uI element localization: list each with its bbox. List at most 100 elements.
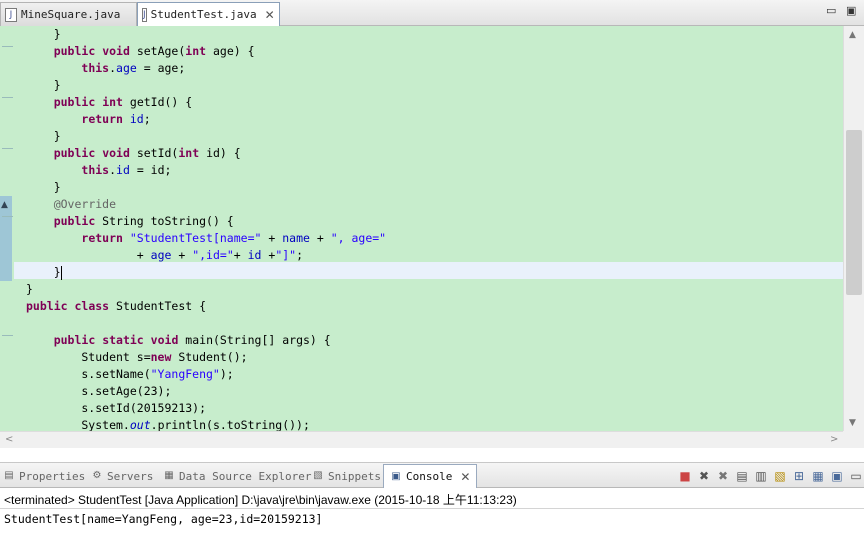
- code-line[interactable]: }: [26, 179, 61, 196]
- code-token: }: [26, 27, 61, 41]
- code-token: }: [26, 282, 33, 296]
- code-line[interactable]: this.id = id;: [26, 162, 171, 179]
- code-token: String toString() {: [95, 214, 234, 228]
- code-line[interactable]: }: [26, 128, 61, 145]
- view-minimize-icon[interactable]: ▭: [847, 467, 864, 485]
- code-token: public: [53, 333, 96, 347]
- fold-marker-icon[interactable]: [2, 335, 13, 346]
- code-line[interactable]: System.out.println(s.toString());: [26, 417, 310, 431]
- code-line[interactable]: s.setName("YangFeng");: [26, 366, 233, 383]
- code-token: public: [53, 44, 96, 58]
- tab-snippets[interactable]: ▧ Snippets: [312, 465, 381, 487]
- code-line[interactable]: this.age = age;: [26, 60, 185, 77]
- pin-console-icon[interactable]: ⊞: [790, 467, 808, 485]
- horizontal-scrollbar[interactable]: < >: [0, 431, 843, 448]
- code-token: }: [26, 129, 61, 143]
- current-line-highlight: [14, 262, 843, 279]
- scroll-up-icon[interactable]: ▲: [849, 30, 856, 40]
- text-caret: [60, 265, 62, 280]
- tab-data-source-explorer[interactable]: ▦ Data Source Explorer: [163, 465, 311, 487]
- console-view[interactable]: <terminated> StudentTest [Java Applicati…: [0, 488, 864, 537]
- code-token: public: [53, 214, 96, 228]
- scroll-down-icon[interactable]: ▼: [849, 418, 856, 428]
- scrollbar-thumb[interactable]: [846, 130, 862, 295]
- code-line[interactable]: public static void main(String[] args) {: [26, 332, 331, 349]
- scroll-left-icon[interactable]: <: [5, 434, 13, 445]
- fold-marker-icon[interactable]: [2, 97, 13, 108]
- remove-launch-icon[interactable]: ✖: [695, 467, 713, 485]
- scroll-lock-icon[interactable]: ▥: [752, 467, 770, 485]
- code-token: age: [116, 61, 137, 75]
- code-token: age) {: [206, 44, 255, 58]
- code-token: this: [81, 163, 110, 177]
- code-token: int: [185, 44, 207, 58]
- display-selected-console-icon[interactable]: ▦: [809, 467, 827, 485]
- code-line[interactable]: public void setId(int id) {: [26, 145, 241, 162]
- tab-label: MineSquare.java: [21, 8, 121, 21]
- tab-servers[interactable]: ⚙ Servers: [91, 465, 154, 487]
- tab-console[interactable]: ▣ Console ✕: [383, 464, 478, 488]
- code-line[interactable]: public void setAge(int age) {: [26, 43, 255, 60]
- code-line[interactable]: Student s=new Student();: [26, 349, 248, 366]
- code-line[interactable]: return id;: [26, 111, 151, 128]
- terminate-icon[interactable]: ■: [676, 467, 694, 485]
- code-token: Student();: [171, 350, 248, 364]
- minimize-icon[interactable]: ▭: [826, 4, 836, 17]
- tab-studenttest-java[interactable]: J StudentTest.java ✕: [137, 2, 280, 27]
- snippets-icon: ▧: [313, 470, 323, 481]
- code-line[interactable]: public String toString() {: [26, 213, 234, 230]
- clear-console-icon[interactable]: ▤: [733, 467, 751, 485]
- code-token: public: [26, 299, 68, 313]
- code-token: = id;: [129, 163, 172, 177]
- code-editor[interactable]: ▲ } public void setAge(int age) { this.a…: [0, 26, 843, 431]
- code-line[interactable]: + age + ",id="+ id +"]";: [26, 247, 303, 264]
- code-line[interactable]: s.setId(20159213);: [26, 400, 206, 417]
- code-token: StudentTest {: [109, 299, 207, 313]
- code-token: this: [81, 61, 110, 75]
- tab-label: Snippets: [328, 469, 381, 483]
- override-marker-icon: ▲: [1, 200, 8, 210]
- code-token: ;: [143, 112, 151, 126]
- tab-minesquare-java[interactable]: J MineSquare.java: [0, 2, 137, 26]
- code-line[interactable]: }: [26, 264, 62, 281]
- code-line[interactable]: public class StudentTest {: [26, 298, 206, 315]
- code-line[interactable]: }: [26, 77, 61, 94]
- tab-properties[interactable]: ▤ Properties: [3, 465, 85, 487]
- close-icon[interactable]: ✕: [460, 470, 470, 484]
- console-icon: ▣: [391, 470, 401, 482]
- code-token: System.: [26, 418, 130, 431]
- code-line[interactable]: return "StudentTest[name=" + name + ", a…: [26, 230, 386, 247]
- properties-icon: ▤: [4, 470, 14, 481]
- code-token: int: [178, 146, 200, 160]
- maximize-icon[interactable]: ▣: [846, 4, 856, 17]
- fold-marker-icon[interactable]: [2, 216, 13, 227]
- code-token: int: [102, 95, 123, 109]
- fold-marker-icon[interactable]: [2, 148, 13, 159]
- code-token: }: [26, 78, 61, 92]
- code-line[interactable]: }: [26, 281, 33, 298]
- code-line[interactable]: @Override: [26, 196, 116, 213]
- code-token: main(String[] args) {: [178, 333, 331, 347]
- code-token: setAge(: [129, 44, 186, 58]
- code-line[interactable]: }: [26, 26, 61, 43]
- code-token: age: [150, 248, 172, 262]
- code-token: +: [136, 248, 151, 262]
- code-token: Student s=: [26, 350, 151, 364]
- code-token: s.setId(20159213);: [26, 401, 207, 415]
- code-line[interactable]: public int getId() {: [26, 94, 193, 111]
- fold-marker-icon[interactable]: [2, 46, 13, 57]
- vertical-scrollbar[interactable]: ▲ ▼: [843, 26, 864, 431]
- scroll-right-icon[interactable]: >: [830, 434, 838, 445]
- close-icon[interactable]: ✕: [265, 8, 275, 22]
- open-console-icon[interactable]: ▣: [828, 467, 846, 485]
- remove-all-terminated-icon[interactable]: ✖: [714, 467, 732, 485]
- code-line[interactable]: s.setAge(23);: [26, 383, 171, 400]
- java-file-icon: J: [5, 7, 17, 22]
- code-token: setId(: [129, 146, 179, 160]
- word-wrap-icon[interactable]: ▧: [771, 467, 789, 485]
- code-token: .println(s.toString());: [150, 418, 310, 431]
